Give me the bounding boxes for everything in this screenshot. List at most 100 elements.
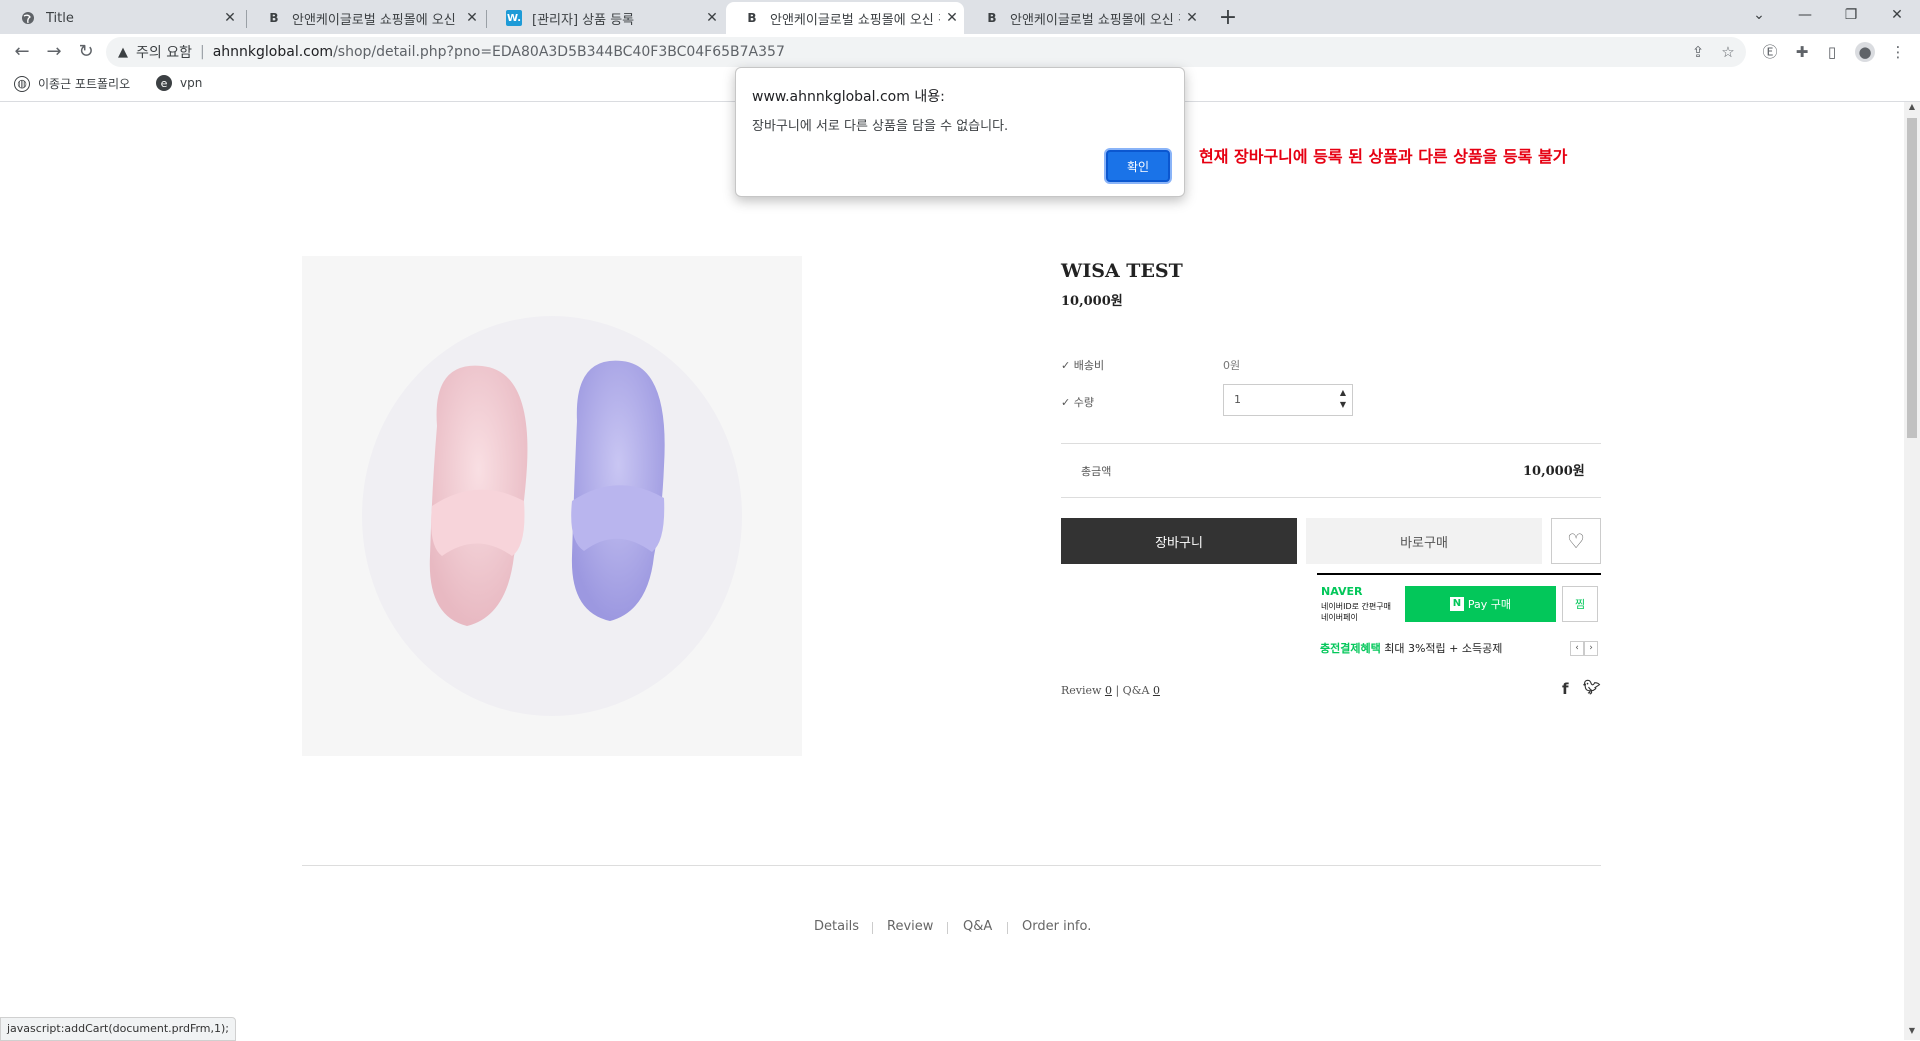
shipping-label: ✓ 배송비 bbox=[1061, 359, 1105, 372]
tab-label: [관리자] 상품 등록 bbox=[532, 12, 635, 28]
bookmark-portfolio[interactable]: ◍ 이종근 포트폴리오 bbox=[14, 75, 130, 92]
review-count-link[interactable]: 0 bbox=[1105, 684, 1112, 697]
menu-kebab-icon[interactable]: ⋮ bbox=[1888, 42, 1908, 62]
dialog-message: 장바구니에 서로 다른 상품을 담을 수 없습니다. bbox=[752, 119, 1009, 134]
twitter-icon[interactable]: 🐦︎ bbox=[1583, 680, 1601, 696]
annotation-text: 현재 장바구니에 등록 된 상품과 다른 상품을 등록 불가 bbox=[1199, 147, 1568, 166]
close-icon[interactable]: ✕ bbox=[940, 10, 964, 26]
tab-details[interactable]: Details bbox=[814, 919, 859, 934]
quantity-stepper[interactable]: 1 ▲ ▼ bbox=[1223, 384, 1353, 416]
tab-shop-active[interactable]: B 안앤케이글로벌 쇼핑몰에 오신 것 ✕ bbox=[726, 2, 964, 34]
naver-jjim-button[interactable]: 찜 bbox=[1562, 586, 1598, 622]
review-label: Review bbox=[1061, 684, 1102, 697]
page-scrollbar[interactable]: ▲ ▼ bbox=[1904, 102, 1920, 1040]
forward-icon[interactable]: → bbox=[42, 40, 66, 64]
address-bar[interactable]: ▲ 주의 요함 | ahnnkglobal.com/shop/detail.ph… bbox=[106, 37, 1746, 67]
tab-shop-3[interactable]: B 안앤케이글로벌 쇼핑몰에 오신 것 ✕ bbox=[966, 2, 1204, 34]
pay-label: Pay 구매 bbox=[1467, 598, 1512, 611]
benefit-highlight: 충전결제혜택 bbox=[1320, 642, 1381, 655]
minimize-button[interactable]: — bbox=[1782, 0, 1828, 30]
scroll-thumb[interactable] bbox=[1907, 118, 1917, 438]
facebook-icon[interactable]: f bbox=[1562, 680, 1569, 698]
close-window-button[interactable]: ✕ bbox=[1874, 0, 1920, 30]
tab-review[interactable]: Review bbox=[887, 919, 933, 934]
security-warning[interactable]: 주의 요함 bbox=[136, 42, 192, 62]
tab-shop-1[interactable]: B 안앤케이글로벌 쇼핑몰에 오신 것 ✕ bbox=[248, 2, 484, 34]
url-path: /shop/detail.php?pno=EDA80A3D5B344BC40F3… bbox=[333, 44, 785, 60]
naver-n-icon: N bbox=[1449, 597, 1464, 611]
product-price: 10,000원 bbox=[1061, 294, 1123, 309]
extensions-puzzle-icon[interactable]: ✚ bbox=[1792, 42, 1812, 62]
url-host: ahnnkglobal.com bbox=[212, 44, 334, 60]
tab-search-icon[interactable]: ⌄ bbox=[1736, 0, 1782, 30]
naver-line2: 네이버페이 bbox=[1321, 613, 1358, 622]
extension-e-icon[interactable]: Ⓔ bbox=[1760, 42, 1780, 62]
benefit-arrows: ‹ › bbox=[1570, 641, 1598, 656]
tab-label: Title bbox=[46, 10, 74, 26]
review-qna-counts: Review 0 | Q&A 0 bbox=[1061, 684, 1160, 697]
b-logo-icon: B bbox=[987, 11, 997, 25]
globe-icon bbox=[20, 10, 36, 26]
naver-brand: NAVER bbox=[1321, 585, 1363, 598]
reload-icon[interactable]: ↻ bbox=[74, 40, 98, 64]
total-label: 총금액 bbox=[1081, 465, 1112, 478]
quantity-label: ✓ 수량 bbox=[1061, 396, 1094, 409]
naver-line1: 네이버ID로 간편구매 bbox=[1321, 602, 1391, 611]
globe-icon: ◍ bbox=[14, 75, 30, 92]
qna-label: Q&A bbox=[1122, 684, 1150, 697]
naver-benefit: 충전결제혜택 최대 3%적립 + 소득공제 bbox=[1320, 640, 1502, 656]
naver-pay-panel: NAVER 네이버ID로 간편구매 네이버페이 N Pay 구매 찜 bbox=[1317, 573, 1601, 628]
tab-qna[interactable]: Q&A bbox=[963, 919, 992, 934]
edge-icon: e bbox=[156, 75, 172, 91]
naver-pay-button[interactable]: N Pay 구매 bbox=[1405, 586, 1556, 622]
restore-button[interactable]: ❐ bbox=[1828, 0, 1874, 30]
heart-icon: ♡ bbox=[1567, 529, 1585, 553]
divider bbox=[302, 865, 1601, 866]
slippers-illustration bbox=[362, 316, 742, 716]
buy-now-button[interactable]: 바로구매 bbox=[1306, 518, 1542, 564]
tab-label: 안앤케이글로벌 쇼핑몰에 오신 것 bbox=[292, 12, 460, 28]
close-icon[interactable]: ✕ bbox=[460, 10, 484, 26]
tab-title[interactable]: Title ✕ bbox=[2, 2, 242, 34]
naver-desc: 네이버ID로 간편구매 네이버페이 bbox=[1321, 601, 1391, 623]
separator: | bbox=[1115, 684, 1120, 697]
status-bar-url: javascript:addCart(document.prdFrm,1); bbox=[0, 1017, 237, 1041]
profile-avatar-icon[interactable]: ● bbox=[1855, 42, 1875, 62]
scroll-up-icon[interactable]: ▲ bbox=[1904, 102, 1920, 116]
side-panel-icon[interactable]: ▯ bbox=[1822, 42, 1842, 62]
b-logo-icon: B bbox=[747, 11, 757, 25]
wishlist-button[interactable]: ♡ bbox=[1551, 518, 1601, 564]
bookmark-label: 이종근 포트폴리오 bbox=[38, 77, 131, 91]
tab-order-info[interactable]: Order info. bbox=[1022, 919, 1091, 934]
close-icon[interactable]: ✕ bbox=[1180, 10, 1204, 26]
shipping-value: 0원 bbox=[1223, 359, 1241, 372]
spinner-arrows-icon[interactable]: ▲ ▼ bbox=[1340, 387, 1346, 411]
tab-admin[interactable]: W. [관리자] 상품 등록 ✕ bbox=[488, 2, 724, 34]
b-logo-icon: B bbox=[269, 11, 279, 25]
close-icon[interactable]: ✕ bbox=[218, 10, 242, 26]
back-icon[interactable]: ← bbox=[10, 40, 34, 64]
add-to-cart-button[interactable]: 장바구니 bbox=[1061, 518, 1297, 564]
bookmark-star-icon[interactable]: ☆ bbox=[1718, 42, 1738, 62]
divider bbox=[1061, 497, 1601, 498]
dialog-title: www.ahnnkglobal.com 내용: bbox=[752, 89, 945, 105]
chevron-left-icon[interactable]: ‹ bbox=[1570, 641, 1584, 656]
page-content bbox=[0, 102, 1904, 1040]
scroll-down-icon[interactable]: ▼ bbox=[1904, 1026, 1920, 1040]
qna-count-link[interactable]: 0 bbox=[1153, 684, 1160, 697]
tab-label: 안앤케이글로벌 쇼핑몰에 오신 것 bbox=[1010, 12, 1180, 28]
tab-strip: Title ✕ B 안앤케이글로벌 쇼핑몰에 오신 것 ✕ W. [관리자] 상… bbox=[0, 0, 1920, 34]
benefit-text: 최대 3%적립 + 소득공제 bbox=[1384, 642, 1503, 655]
share-icon[interactable]: ⇪ bbox=[1688, 42, 1708, 62]
new-tab-button[interactable]: + bbox=[1214, 4, 1242, 32]
close-icon[interactable]: ✕ bbox=[700, 10, 724, 26]
product-image bbox=[302, 256, 802, 756]
warning-icon[interactable]: ▲ bbox=[118, 45, 128, 60]
dialog-ok-button[interactable]: 확인 bbox=[1106, 150, 1170, 182]
bookmark-vpn[interactable]: e vpn bbox=[156, 75, 202, 91]
quantity-value: 1 bbox=[1234, 393, 1241, 406]
w-logo-icon: W. bbox=[506, 10, 522, 26]
tab-label: 안앤케이글로벌 쇼핑몰에 오신 것 bbox=[770, 12, 940, 28]
chevron-right-icon[interactable]: › bbox=[1584, 641, 1598, 656]
alert-dialog: www.ahnnkglobal.com 내용: 장바구니에 서로 다른 상품을 … bbox=[735, 67, 1185, 197]
